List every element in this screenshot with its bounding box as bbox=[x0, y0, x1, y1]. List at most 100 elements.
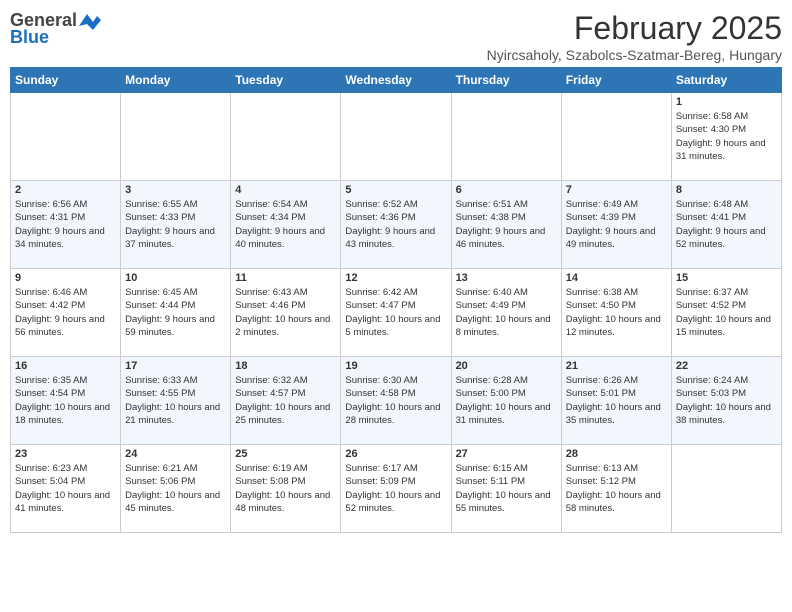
weekday-header-row: SundayMondayTuesdayWednesdayThursdayFrid… bbox=[11, 68, 782, 93]
day-number: 24 bbox=[125, 448, 226, 460]
day-number: 16 bbox=[15, 360, 116, 372]
calendar-day-cell: 28Sunrise: 6:13 AM Sunset: 5:12 PM Dayli… bbox=[561, 445, 671, 533]
day-sun-info: Sunrise: 6:19 AM Sunset: 5:08 PM Dayligh… bbox=[235, 462, 336, 515]
calendar-day-cell: 22Sunrise: 6:24 AM Sunset: 5:03 PM Dayli… bbox=[671, 357, 781, 445]
calendar-title-block: February 2025 Nyircsaholy, Szabolcs-Szat… bbox=[487, 10, 782, 63]
weekday-header-friday: Friday bbox=[561, 68, 671, 93]
day-number: 2 bbox=[15, 184, 116, 196]
day-sun-info: Sunrise: 6:56 AM Sunset: 4:31 PM Dayligh… bbox=[15, 198, 116, 251]
day-number: 1 bbox=[676, 96, 777, 108]
calendar-day-cell: 12 Sunrise: 6:42 AM Sunset: 4:47 PM Dayli… bbox=[341, 269, 451, 357]
day-sun-info: Sunrise: 6:48 AM Sunset: 4:41 PM Dayligh… bbox=[676, 198, 777, 251]
calendar-day-cell: 11 Sunrise: 6:43 AM Sunset: 4:46 PM Dayli… bbox=[231, 269, 341, 357]
calendar-day-cell: 6 Sunrise: 6:51 AM Sunset: 4:38 PM Daylig… bbox=[451, 181, 561, 269]
calendar-day-cell: 1 Sunrise: 6:58 AM Sunset: 4:30 PM Daylig… bbox=[671, 93, 781, 181]
calendar-day-cell bbox=[121, 93, 231, 181]
calendar-day-cell: 7 Sunrise: 6:49 AM Sunset: 4:39 PM Daylig… bbox=[561, 181, 671, 269]
day-number: 12 bbox=[345, 272, 446, 284]
calendar-day-cell: 3 Sunrise: 6:55 AM Sunset: 4:33 PM Daylig… bbox=[121, 181, 231, 269]
calendar-day-cell: 10 Sunrise: 6:45 AM Sunset: 4:44 PM Dayli… bbox=[121, 269, 231, 357]
day-number: 17 bbox=[125, 360, 226, 372]
day-sun-info: Sunrise: 6:17 AM Sunset: 5:09 PM Dayligh… bbox=[345, 462, 446, 515]
day-sun-info: Sunrise: 6:38 AM Sunset: 4:50 PM Dayligh… bbox=[566, 286, 667, 339]
day-number: 19 bbox=[345, 360, 446, 372]
day-sun-info: Sunrise: 6:55 AM Sunset: 4:33 PM Dayligh… bbox=[125, 198, 226, 251]
day-number: 21 bbox=[566, 360, 667, 372]
calendar-day-cell: 23Sunrise: 6:23 AM Sunset: 5:04 PM Dayli… bbox=[11, 445, 121, 533]
logo-bird-icon bbox=[79, 12, 101, 30]
day-sun-info: Sunrise: 6:28 AM Sunset: 5:00 PM Dayligh… bbox=[456, 374, 557, 427]
day-sun-info: Sunrise: 6:15 AM Sunset: 5:11 PM Dayligh… bbox=[456, 462, 557, 515]
weekday-header-monday: Monday bbox=[121, 68, 231, 93]
calendar-day-cell: 20 Sunrise: 6:28 AM Sunset: 5:00 PM Dayli… bbox=[451, 357, 561, 445]
day-number: 9 bbox=[15, 272, 116, 284]
calendar-day-cell: 5 Sunrise: 6:52 AM Sunset: 4:36 PM Daylig… bbox=[341, 181, 451, 269]
day-sun-info: Sunrise: 6:24 AM Sunset: 5:03 PM Dayligh… bbox=[676, 374, 777, 427]
calendar-day-cell bbox=[231, 93, 341, 181]
calendar-week-row: 23Sunrise: 6:23 AM Sunset: 5:04 PM Dayli… bbox=[11, 445, 782, 533]
calendar-day-cell: 17Sunrise: 6:33 AM Sunset: 4:55 PM Dayli… bbox=[121, 357, 231, 445]
calendar-day-cell: 21 Sunrise: 6:26 AM Sunset: 5:01 PM Dayli… bbox=[561, 357, 671, 445]
day-number: 14 bbox=[566, 272, 667, 284]
calendar-day-cell: 27 Sunrise: 6:15 AM Sunset: 5:11 PM Dayli… bbox=[451, 445, 561, 533]
day-number: 3 bbox=[125, 184, 226, 196]
day-sun-info: Sunrise: 6:42 AM Sunset: 4:47 PM Dayligh… bbox=[345, 286, 446, 339]
day-sun-info: Sunrise: 6:40 AM Sunset: 4:49 PM Dayligh… bbox=[456, 286, 557, 339]
day-number: 25 bbox=[235, 448, 336, 460]
day-number: 8 bbox=[676, 184, 777, 196]
calendar-day-cell bbox=[671, 445, 781, 533]
day-sun-info: Sunrise: 6:21 AM Sunset: 5:06 PM Dayligh… bbox=[125, 462, 226, 515]
page-header: General Blue February 2025 Nyircsaholy, … bbox=[10, 10, 782, 63]
calendar-week-row: 16 Sunrise: 6:35 AM Sunset: 4:54 PM Dayli… bbox=[11, 357, 782, 445]
day-number: 11 bbox=[235, 272, 336, 284]
day-number: 20 bbox=[456, 360, 557, 372]
logo-blue-text: Blue bbox=[10, 27, 49, 48]
calendar-day-cell bbox=[341, 93, 451, 181]
day-sun-info: Sunrise: 6:45 AM Sunset: 4:44 PM Dayligh… bbox=[125, 286, 226, 339]
logo: General Blue bbox=[10, 10, 101, 48]
day-sun-info: Sunrise: 6:32 AM Sunset: 4:57 PM Dayligh… bbox=[235, 374, 336, 427]
weekday-header-saturday: Saturday bbox=[671, 68, 781, 93]
day-number: 7 bbox=[566, 184, 667, 196]
calendar-day-cell: 26 Sunrise: 6:17 AM Sunset: 5:09 PM Dayli… bbox=[341, 445, 451, 533]
day-number: 15 bbox=[676, 272, 777, 284]
day-number: 13 bbox=[456, 272, 557, 284]
day-sun-info: Sunrise: 6:30 AM Sunset: 4:58 PM Dayligh… bbox=[345, 374, 446, 427]
calendar-day-cell: 8 Sunrise: 6:48 AM Sunset: 4:41 PM Daylig… bbox=[671, 181, 781, 269]
day-number: 4 bbox=[235, 184, 336, 196]
weekday-header-thursday: Thursday bbox=[451, 68, 561, 93]
day-sun-info: Sunrise: 6:54 AM Sunset: 4:34 PM Dayligh… bbox=[235, 198, 336, 251]
day-sun-info: Sunrise: 6:49 AM Sunset: 4:39 PM Dayligh… bbox=[566, 198, 667, 251]
day-sun-info: Sunrise: 6:52 AM Sunset: 4:36 PM Dayligh… bbox=[345, 198, 446, 251]
calendar-day-cell: 14 Sunrise: 6:38 AM Sunset: 4:50 PM Dayli… bbox=[561, 269, 671, 357]
day-number: 6 bbox=[456, 184, 557, 196]
calendar-week-row: 1 Sunrise: 6:58 AM Sunset: 4:30 PM Daylig… bbox=[11, 93, 782, 181]
calendar-day-cell bbox=[561, 93, 671, 181]
calendar-day-cell: 24 Sunrise: 6:21 AM Sunset: 5:06 PM Dayli… bbox=[121, 445, 231, 533]
calendar-month-year: February 2025 bbox=[487, 10, 782, 47]
calendar-day-cell: 2 Sunrise: 6:56 AM Sunset: 4:31 PM Daylig… bbox=[11, 181, 121, 269]
day-number: 10 bbox=[125, 272, 226, 284]
calendar-week-row: 2 Sunrise: 6:56 AM Sunset: 4:31 PM Daylig… bbox=[11, 181, 782, 269]
calendar-day-cell: 19 Sunrise: 6:30 AM Sunset: 4:58 PM Dayli… bbox=[341, 357, 451, 445]
day-number: 26 bbox=[345, 448, 446, 460]
calendar-day-cell: 4 Sunrise: 6:54 AM Sunset: 4:34 PM Daylig… bbox=[231, 181, 341, 269]
day-sun-info: Sunrise: 6:26 AM Sunset: 5:01 PM Dayligh… bbox=[566, 374, 667, 427]
day-sun-info: Sunrise: 6:13 AM Sunset: 5:12 PM Dayligh… bbox=[566, 462, 667, 515]
calendar-table: SundayMondayTuesdayWednesdayThursdayFrid… bbox=[10, 67, 782, 533]
day-sun-info: Sunrise: 6:37 AM Sunset: 4:52 PM Dayligh… bbox=[676, 286, 777, 339]
calendar-week-row: 9 Sunrise: 6:46 AM Sunset: 4:42 PM Daylig… bbox=[11, 269, 782, 357]
day-sun-info: Sunrise: 6:58 AM Sunset: 4:30 PM Dayligh… bbox=[676, 110, 777, 163]
calendar-day-cell: 25 Sunrise: 6:19 AM Sunset: 5:08 PM Dayli… bbox=[231, 445, 341, 533]
day-number: 18 bbox=[235, 360, 336, 372]
day-sun-info: Sunrise: 6:51 AM Sunset: 4:38 PM Dayligh… bbox=[456, 198, 557, 251]
weekday-header-tuesday: Tuesday bbox=[231, 68, 341, 93]
calendar-day-cell: 9 Sunrise: 6:46 AM Sunset: 4:42 PM Daylig… bbox=[11, 269, 121, 357]
day-sun-info: Sunrise: 6:46 AM Sunset: 4:42 PM Dayligh… bbox=[15, 286, 116, 339]
calendar-day-cell: 18 Sunrise: 6:32 AM Sunset: 4:57 PM Dayli… bbox=[231, 357, 341, 445]
day-sun-info: Sunrise: 6:43 AM Sunset: 4:46 PM Dayligh… bbox=[235, 286, 336, 339]
day-sun-info: Sunrise: 6:35 AM Sunset: 4:54 PM Dayligh… bbox=[15, 374, 116, 427]
weekday-header-sunday: Sunday bbox=[11, 68, 121, 93]
day-number: 27 bbox=[456, 448, 557, 460]
day-number: 5 bbox=[345, 184, 446, 196]
